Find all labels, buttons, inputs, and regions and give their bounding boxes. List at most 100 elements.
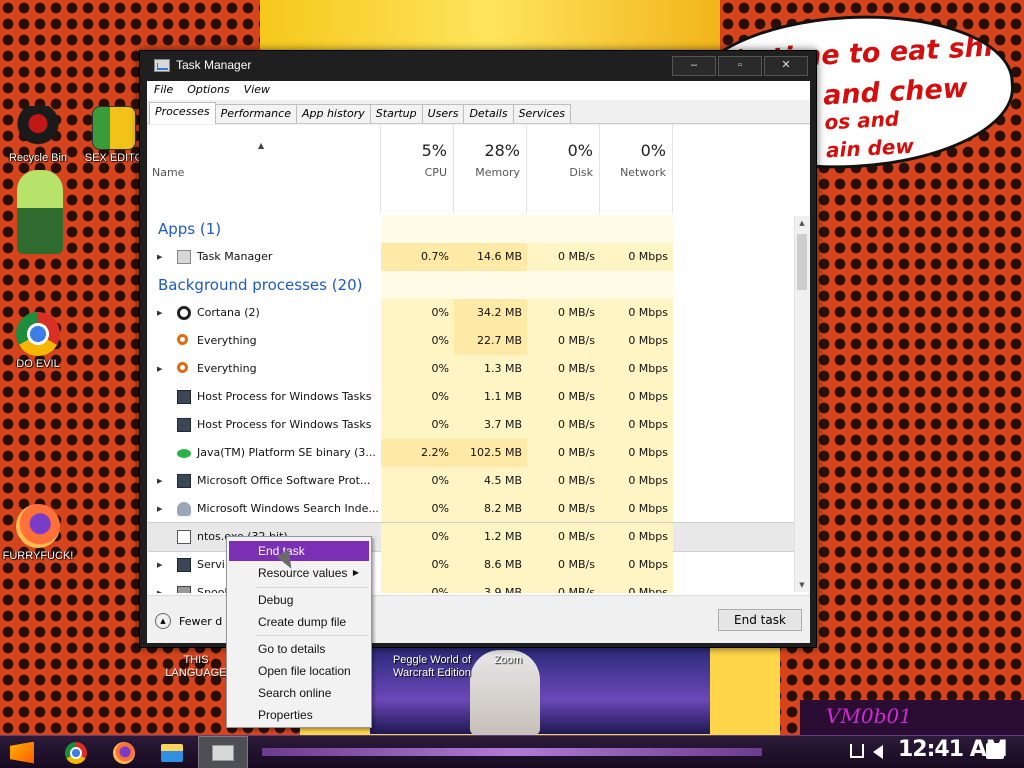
tab-performance[interactable]: Performance [214, 104, 297, 123]
process-name: Cortana (2) [197, 306, 260, 319]
menu-item-go-to-details[interactable]: Go to details [229, 639, 369, 659]
tab-app-history[interactable]: App history [295, 104, 371, 123]
desktop-peridot-art [2, 170, 78, 256]
process-mem-cell: 1.3 MB [454, 355, 527, 383]
end-task-button[interactable]: End task [718, 609, 802, 631]
table-row[interactable]: Everything 0% 22.7 MB 0 MB/s 0 Mbps [148, 327, 794, 355]
window-title: Task Manager [176, 58, 252, 72]
process-mem-cell: 22.7 MB [454, 327, 527, 355]
speech-line: os and [823, 106, 900, 135]
menu-view[interactable]: View [237, 81, 277, 100]
menu-item-open-file-location[interactable]: Open file location [229, 661, 369, 681]
process-name: Spool [197, 586, 228, 593]
title-bar[interactable]: Task Manager – ▫ ✕ [140, 51, 816, 81]
process-net-cell: 0 Mbps [600, 467, 673, 495]
expand-chevron-icon[interactable]: ▶ [157, 355, 162, 383]
scrollbar-thumb[interactable] [797, 234, 807, 290]
everything-icon [177, 334, 188, 345]
desktop-icon-do-evil[interactable]: DO EVIL [0, 312, 76, 370]
menu-item-debug[interactable]: Debug [229, 590, 369, 610]
expand-chevron-icon[interactable]: ▶ [157, 495, 162, 523]
cortana-icon [177, 306, 191, 320]
expand-chevron-icon[interactable]: ▶ [157, 299, 162, 327]
everything-icon [177, 362, 188, 373]
expand-chevron-icon[interactable]: ▶ [157, 579, 162, 593]
taskbar-firefox[interactable] [110, 739, 138, 766]
tab-startup[interactable]: Startup [369, 104, 423, 123]
scroll-down-icon[interactable]: ▼ [795, 578, 809, 592]
process-cpu-cell: 0% [381, 495, 454, 523]
start-logo-icon [10, 741, 34, 764]
volume-icon[interactable] [873, 745, 883, 759]
menu-item-search-online[interactable]: Search online [229, 683, 369, 703]
process-disk-cell: 0 MB/s [527, 355, 600, 383]
host-process-icon [177, 390, 191, 404]
disk-label: Disk [569, 166, 593, 179]
process-mem-cell: 102.5 MB [454, 439, 527, 467]
expand-chevron-icon[interactable]: ▶ [157, 243, 162, 271]
tab-users[interactable]: Users [421, 104, 465, 123]
process-cpu-cell: 0% [381, 551, 454, 579]
close-button[interactable]: ✕ [764, 56, 808, 76]
column-header-network[interactable]: 0% Network [600, 125, 673, 213]
fewer-details-button[interactable]: ▲ Fewer d [155, 613, 222, 629]
menu-item-end-task[interactable]: End task [229, 541, 369, 561]
table-row[interactable]: Java(TM) Platform SE binary (3... 2.2% 102… [148, 439, 794, 467]
tab-processes[interactable]: Processes [149, 102, 216, 124]
desktop-label-zoom[interactable]: Zoom [490, 654, 526, 667]
table-row[interactable]: ▶ Microsoft Office Software Prot... 0% 4.5 … [148, 467, 794, 495]
process-cpu-cell: 0% [381, 467, 454, 495]
menu-item-resource-values[interactable]: Resource values ▶ [229, 563, 369, 583]
process-cpu-cell: 2.2% [381, 439, 454, 467]
desktop-icon-firefox[interactable]: FURRYFUCK! [0, 504, 76, 562]
column-header-disk[interactable]: 0% Disk [527, 125, 600, 213]
process-cpu-cell: 0% [381, 355, 454, 383]
expand-chevron-icon[interactable]: ▶ [157, 551, 162, 579]
task-manager-icon [177, 250, 191, 264]
taskbar-chrome[interactable] [62, 739, 90, 766]
process-cpu-cell: 0% [381, 411, 454, 439]
search-indexer-icon [177, 502, 191, 516]
process-disk-cell: 0 MB/s [527, 243, 600, 271]
group-cell [527, 271, 600, 299]
minimize-button[interactable]: – [672, 56, 716, 76]
group-cell [454, 271, 527, 299]
menu-item-properties[interactable]: Properties [229, 705, 369, 725]
column-header-name-area[interactable] [148, 125, 381, 213]
expand-chevron-icon[interactable]: ▶ [157, 467, 162, 495]
tab-details[interactable]: Details [463, 104, 514, 123]
process-disk-cell: 0 MB/s [527, 411, 600, 439]
process-name: Microsoft Windows Search Inde... [197, 502, 379, 515]
column-header-cpu[interactable]: 5% CPU [381, 125, 454, 213]
menu-separator [255, 587, 369, 588]
column-header-memory[interactable]: 28% Memory [454, 125, 527, 213]
context-menu: End task Resource values ▶ Debug Create … [226, 536, 372, 728]
vertical-scrollbar[interactable]: ▲ ▼ [794, 216, 809, 592]
tab-services[interactable]: Services [512, 104, 571, 123]
process-disk-cell: 0 MB/s [527, 383, 600, 411]
table-row[interactable]: ▶ Microsoft Windows Search Inde... 0% 8.2 M… [148, 495, 794, 523]
table-row[interactable]: Host Process for Windows Tasks 0% 3.7 MB 0 … [148, 411, 794, 439]
menu-item-create-dump-file[interactable]: Create dump file [229, 612, 369, 632]
speech-line: ain dew [825, 133, 915, 163]
menu-options[interactable]: Options [180, 81, 236, 100]
table-row[interactable]: ▶ Everything 0% 1.3 MB 0 MB/s 0 Mbps [148, 355, 794, 383]
column-header-row: ▲ Name 5% CPU 28% Memory 0% Disk 0% Netw [148, 125, 809, 215]
taskbar-file-explorer[interactable] [158, 739, 186, 766]
table-row[interactable]: ▶ Task Manager 0.7% 14.6 MB 0 MB/s 0 Mbps [148, 243, 794, 271]
network-icon[interactable] [850, 744, 864, 758]
desktop-icon-recycle-bin[interactable]: Recycle Bin [0, 106, 76, 164]
taskbar-task-manager[interactable] [198, 736, 248, 768]
process-mem-cell: 3.9 MB [454, 579, 527, 593]
notifications-icon[interactable] [986, 743, 1004, 759]
menu-file[interactable]: File [147, 81, 180, 100]
process-name: Everything [197, 334, 257, 347]
process-disk-cell: 0 MB/s [527, 495, 600, 523]
start-button[interactable] [8, 739, 36, 766]
maximize-button[interactable]: ▫ [718, 56, 762, 76]
table-row[interactable]: Host Process for Windows Tasks 0% 1.1 MB 0 … [148, 383, 794, 411]
service-icon [177, 558, 191, 572]
table-row[interactable]: ▶ Cortana (2) 0% 34.2 MB 0 MB/s 0 Mbps [148, 299, 794, 327]
desktop-label-peggle[interactable]: Peggle World of Warcraft Edition [384, 654, 480, 680]
scroll-up-icon[interactable]: ▲ [795, 216, 809, 230]
